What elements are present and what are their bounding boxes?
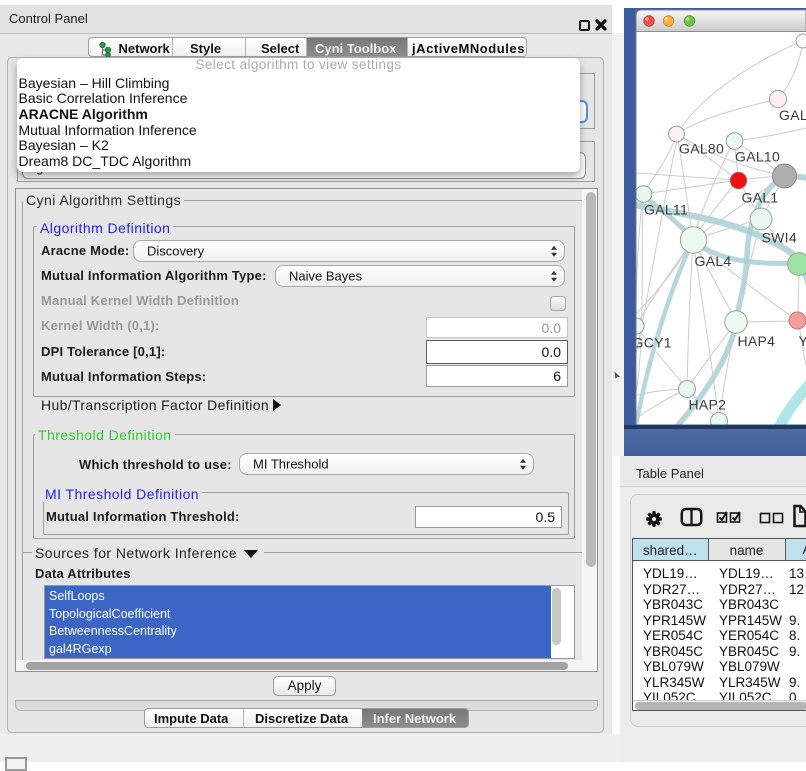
svg-text:GAL80: GAL80 (679, 141, 724, 157)
svg-text:SWI4: SWI4 (762, 230, 797, 246)
svg-text:GAL4: GAL4 (695, 253, 732, 269)
svg-text:GAL10: GAL10 (735, 149, 780, 165)
svg-text:GAL: GAL (779, 107, 806, 123)
svg-text:HAP2: HAP2 (689, 397, 727, 413)
svg-text:GAL1: GAL1 (742, 190, 779, 206)
svg-text:GCY1: GCY1 (633, 335, 672, 351)
svg-text:GAL11: GAL11 (644, 202, 688, 218)
svg-text:Y: Y (799, 333, 806, 349)
svg-text:HAP4: HAP4 (738, 333, 776, 349)
